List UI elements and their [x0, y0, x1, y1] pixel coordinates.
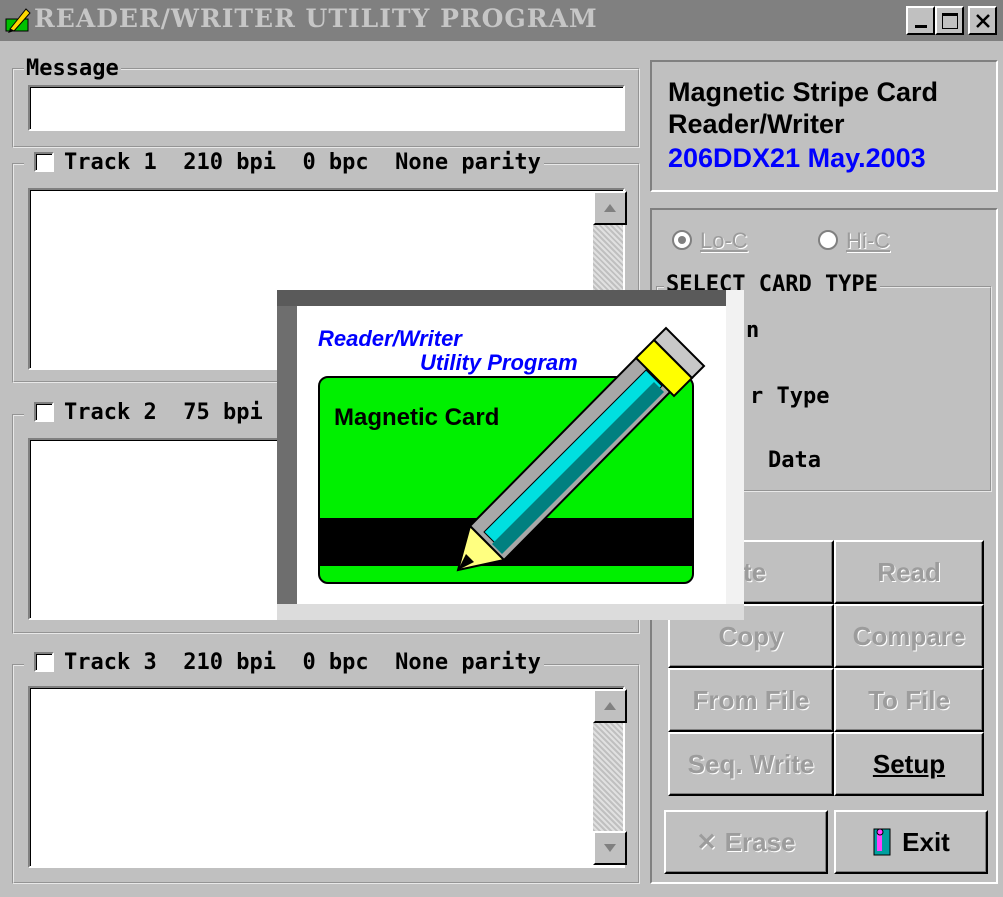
title-bar[interactable]: READER/WRITER UTILITY PROGRAM [0, 0, 1003, 41]
maximize-icon [941, 12, 958, 29]
track-3-checkbox[interactable] [34, 652, 54, 672]
message-field[interactable] [28, 85, 625, 131]
scroll-down-button[interactable] [593, 831, 627, 865]
lo-c-label[interactable]: Lo-C [700, 228, 748, 254]
hi-c-radio[interactable] [818, 230, 838, 250]
lo-c-radio[interactable] [672, 230, 692, 250]
arrow-up-icon [604, 702, 616, 710]
minimize-button[interactable] [906, 6, 935, 35]
device-name-line1: Magnetic Stripe Card [668, 77, 939, 107]
card-type-item-1[interactable]: n [746, 318, 759, 343]
to-file-button[interactable]: To File [834, 668, 984, 732]
from-file-button[interactable]: From File [668, 668, 834, 732]
exit-button[interactable]: Exit [834, 810, 988, 874]
seq-write-button[interactable]: Seq. Write [668, 732, 834, 796]
maximize-button[interactable] [935, 6, 964, 35]
erase-button[interactable]: ✕ Erase [664, 810, 828, 874]
exit-door-icon [873, 828, 891, 856]
track-3-textarea[interactable] [28, 686, 625, 868]
minimize-icon [914, 25, 927, 28]
exit-label: Exit [902, 826, 950, 857]
arrow-down-icon [604, 844, 616, 852]
radio-dot-icon [678, 236, 686, 244]
scroll-up-button[interactable] [593, 191, 627, 225]
track-3-legend: Track 3 210 bpi 0 bpc None parity [62, 650, 543, 676]
erase-label: Erase [724, 826, 796, 857]
compare-button[interactable]: Compare [834, 604, 984, 668]
card-type-item-3[interactable]: Data [768, 448, 821, 473]
track-1-legend: Track 1 210 bpi 0 bpc None parity [62, 150, 543, 176]
erase-icon: ✕ [696, 828, 717, 856]
device-name-line2: Reader/Writer [668, 109, 845, 139]
arrow-up-icon [604, 204, 616, 212]
firmware-version: 206DDX21 May.2003 [668, 143, 926, 173]
app-pencil-icon [4, 5, 32, 33]
pencil-icon [456, 326, 706, 572]
read-button[interactable]: Read [834, 540, 984, 604]
message-legend: Message [24, 56, 121, 82]
track-1-checkbox[interactable] [34, 152, 54, 172]
track-3-scrollbar[interactable] [593, 689, 627, 865]
card-type-item-2[interactable]: r Type [750, 384, 829, 409]
close-button[interactable] [968, 6, 997, 35]
track-2-checkbox[interactable] [34, 402, 54, 422]
close-icon [975, 13, 990, 28]
track-2-legend: Track 2 75 bpi [62, 400, 265, 426]
hi-c-label[interactable]: Hi-C [846, 228, 890, 254]
window-title: READER/WRITER UTILITY PROGRAM [34, 4, 598, 33]
scroll-up-button[interactable] [593, 689, 627, 723]
setup-button[interactable]: Setup [834, 732, 984, 796]
